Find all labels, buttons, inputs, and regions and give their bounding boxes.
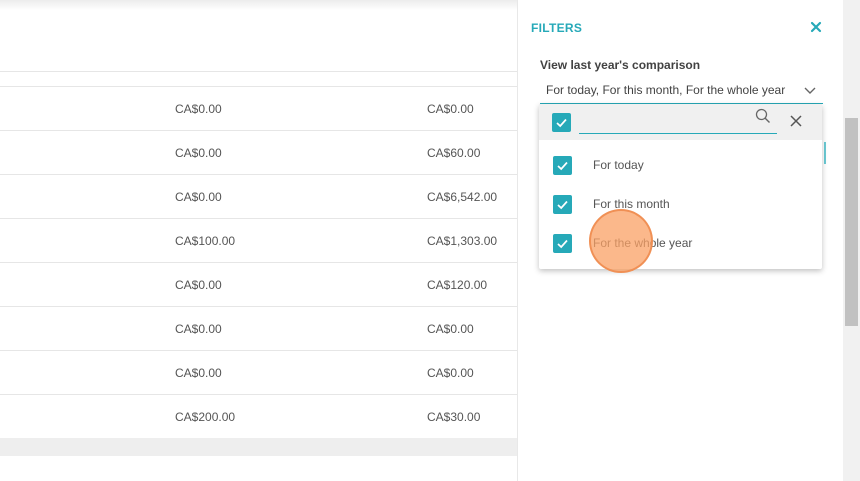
option-label: For today bbox=[593, 158, 644, 172]
clear-icon[interactable] bbox=[789, 114, 803, 128]
select-all-checkbox[interactable] bbox=[552, 113, 571, 132]
table-cell: CA$100.00 bbox=[175, 234, 236, 248]
option-checkbox[interactable] bbox=[553, 156, 572, 175]
table-cell: CA$0.00 bbox=[427, 102, 474, 116]
table-cell: CA$0.00 bbox=[175, 102, 222, 116]
table-header bbox=[0, 10, 518, 72]
table-subheader bbox=[0, 72, 518, 87]
option-for-the-whole-year[interactable]: For the whole year bbox=[539, 224, 822, 263]
table-cell: CA$1,303.00 bbox=[427, 234, 498, 248]
dropdown-header bbox=[539, 104, 822, 140]
check-icon bbox=[557, 200, 568, 210]
close-icon[interactable] bbox=[808, 17, 824, 37]
table-cell: CA$0.00 bbox=[175, 322, 222, 336]
table-row: CA$100.00 CA$1,303.00 bbox=[0, 219, 518, 263]
table-row: CA$200.00 CA$30.00 bbox=[0, 395, 518, 439]
option-checkbox[interactable] bbox=[553, 195, 572, 214]
check-icon bbox=[557, 239, 568, 249]
comparison-select[interactable]: For today, For this month, For the whole… bbox=[540, 80, 823, 104]
option-for-today[interactable]: For today bbox=[539, 146, 822, 185]
scrollbar-thumb[interactable] bbox=[845, 118, 858, 326]
dropdown-search-input[interactable] bbox=[579, 110, 777, 134]
filters-title: FILTERS bbox=[531, 21, 583, 35]
option-checkbox[interactable] bbox=[553, 234, 572, 253]
table-row: CA$0.00 CA$0.00 bbox=[0, 307, 518, 351]
table-cell: CA$0.00 bbox=[427, 366, 474, 380]
table-row: CA$0.00 CA$6,542.00 bbox=[0, 175, 518, 219]
table-cell: CA$30.00 bbox=[427, 410, 481, 424]
table-row: CA$0.00 CA$60.00 bbox=[0, 131, 518, 175]
table-row: CA$0.00 CA$0.00 bbox=[0, 351, 518, 395]
check-icon bbox=[556, 118, 567, 128]
option-label: For this month bbox=[593, 197, 670, 211]
check-icon bbox=[557, 161, 568, 171]
table-cell: CA$0.00 bbox=[175, 190, 222, 204]
table-cell: CA$120.00 bbox=[427, 278, 488, 292]
table-cell: CA$0.00 bbox=[175, 146, 222, 160]
data-table: CA$0.00 CA$0.00 CA$0.00 CA$60.00 CA$0.00… bbox=[0, 0, 518, 481]
comparison-label: View last year's comparison bbox=[540, 58, 701, 72]
comparison-dropdown: For today For this month For the whole y… bbox=[539, 104, 822, 269]
table-cell: CA$0.00 bbox=[175, 278, 222, 292]
table-footer bbox=[0, 438, 518, 456]
table-cell: CA$200.00 bbox=[175, 410, 236, 424]
search-icon bbox=[755, 108, 770, 123]
table-cell: CA$60.00 bbox=[427, 146, 481, 160]
top-shadow bbox=[0, 0, 518, 10]
table-row: CA$0.00 CA$120.00 bbox=[0, 263, 518, 307]
option-for-this-month[interactable]: For this month bbox=[539, 185, 822, 224]
table-cell: CA$6,542.00 bbox=[427, 190, 498, 204]
option-label: For the whole year bbox=[593, 236, 693, 250]
table-cell: CA$0.00 bbox=[427, 322, 474, 336]
table-row: CA$0.00 CA$0.00 bbox=[0, 87, 518, 131]
table-cell: CA$0.00 bbox=[175, 366, 222, 380]
comparison-select-value: For today, For this month, For the whole… bbox=[546, 83, 786, 97]
chevron-down-icon bbox=[804, 87, 816, 94]
